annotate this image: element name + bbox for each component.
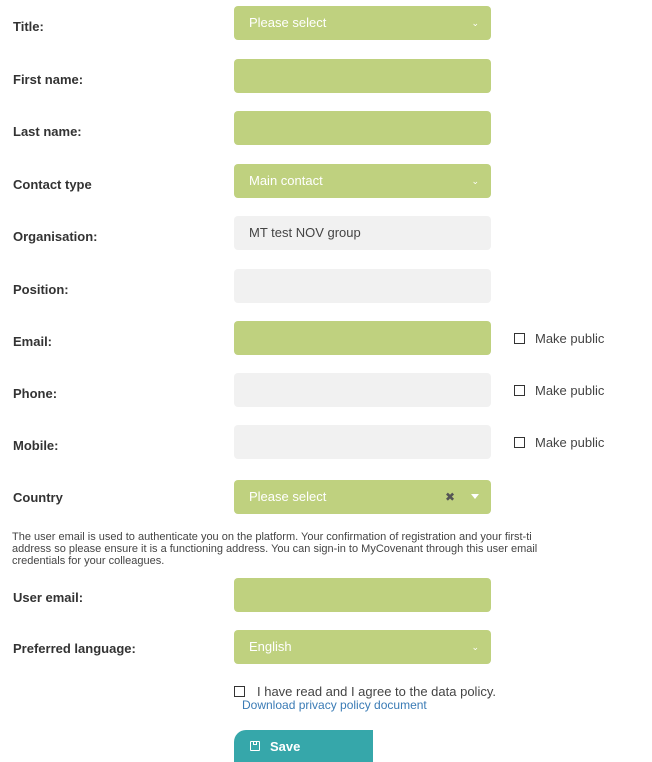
agree-checkbox[interactable] (234, 686, 245, 697)
phone-make-public-checkbox[interactable] (514, 385, 525, 396)
chevron-down-icon: ⌄ (471, 176, 479, 186)
save-button[interactable]: Save (234, 730, 373, 762)
info-line: credentials for your colleagues. (12, 555, 165, 567)
save-icon (250, 741, 260, 751)
first-name-label: First name: (13, 72, 84, 87)
contact-type-select-value: Main contact (249, 173, 323, 188)
last-name-input[interactable] (234, 111, 491, 145)
position-label: Position: (13, 282, 69, 297)
email-make-public[interactable]: Make public (514, 331, 604, 346)
country-select[interactable]: Please select ✖ (234, 480, 491, 514)
clear-icon[interactable]: ✖ (445, 480, 455, 514)
user-email-info: The user email is used to authenticate y… (12, 531, 652, 567)
chevron-down-icon: ⌄ (471, 642, 479, 652)
preferred-language-value: English (249, 639, 292, 654)
phone-input[interactable] (234, 373, 491, 407)
phone-make-public[interactable]: Make public (514, 383, 604, 398)
title-select[interactable]: Please select ⌄ (234, 6, 491, 40)
user-email-input[interactable] (234, 578, 491, 612)
organisation-label: Organisation: (13, 229, 98, 244)
info-line: The user email is used to authenticate y… (12, 531, 532, 543)
mobile-input[interactable] (234, 425, 491, 459)
info-line: address so please ensure it is a functio… (12, 543, 538, 555)
email-make-public-checkbox[interactable] (514, 333, 525, 344)
agree-label: I have read and I agree to the data poli… (257, 684, 496, 699)
position-input[interactable] (234, 269, 491, 303)
country-select-value: Please select (249, 489, 327, 504)
title-label: Title: (13, 19, 44, 34)
country-label: Country (13, 490, 63, 505)
preferred-language-select[interactable]: English ⌄ (234, 630, 491, 664)
mobile-make-public-checkbox[interactable] (514, 437, 525, 448)
caret-down-icon (471, 494, 479, 499)
save-button-label: Save (270, 738, 301, 754)
data-policy-agree[interactable]: I have read and I agree to the data poli… (234, 684, 496, 699)
download-privacy-policy-link[interactable]: Download privacy policy document (242, 698, 427, 712)
email-input[interactable] (234, 321, 491, 355)
contact-type-label: Contact type (13, 177, 92, 192)
email-label: Email: (13, 334, 53, 349)
contact-type-select[interactable]: Main contact ⌄ (234, 164, 491, 198)
make-public-label: Make public (535, 383, 605, 398)
mobile-label: Mobile: (13, 438, 59, 453)
chevron-down-icon: ⌄ (471, 18, 479, 28)
mobile-make-public[interactable]: Make public (514, 435, 604, 450)
phone-label: Phone: (13, 386, 58, 401)
preferred-language-label: Preferred language: (13, 641, 136, 656)
title-select-value: Please select (249, 15, 327, 30)
organisation-field: MT test NOV group (234, 216, 491, 250)
last-name-label: Last name: (13, 124, 82, 139)
make-public-label: Make public (535, 435, 605, 450)
first-name-input[interactable] (234, 59, 491, 93)
user-email-label: User email: (13, 590, 84, 605)
make-public-label: Make public (535, 331, 605, 346)
